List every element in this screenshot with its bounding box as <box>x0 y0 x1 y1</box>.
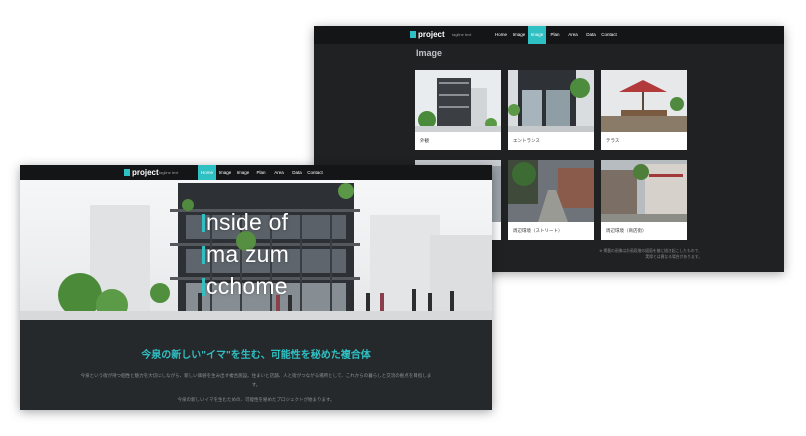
nav-item-image-active[interactable]: Image <box>528 26 546 44</box>
hero-title-line: ma zum <box>202 241 289 268</box>
nav-item-image-1[interactable]: Image <box>216 165 234 180</box>
nav-item-home-active[interactable]: Home <box>198 165 216 180</box>
shopping-street-image <box>601 160 687 222</box>
logo-mark-icon <box>410 31 416 39</box>
nav-item-plan[interactable]: Plan <box>546 26 564 44</box>
logo-text: project <box>132 168 159 177</box>
accent-bar <box>202 214 205 232</box>
nav-item-home[interactable]: Home <box>492 26 510 44</box>
site-logo[interactable]: project <box>124 168 159 177</box>
exterior-image <box>415 70 501 132</box>
hero-title-text: nside of <box>206 209 289 235</box>
street-image <box>508 160 594 222</box>
nav-item-plan[interactable]: Plan <box>252 165 270 180</box>
hero-section: nside of ma zum cchome <box>20 165 492 320</box>
card-caption: 周辺環境（ストリート） <box>513 228 563 233</box>
card-caption: テラス <box>606 138 620 143</box>
nav-menu: Home Image Image Plan Area Data Contact <box>198 165 324 180</box>
hero-title-text: ma zum <box>206 241 289 267</box>
accent-bar <box>202 246 205 264</box>
gallery-card-terrace[interactable]: テラス <box>601 70 687 150</box>
gallery-card-street[interactable]: 周辺環境（ストリート） <box>508 160 594 240</box>
nav-item-area[interactable]: Area <box>564 26 582 44</box>
entrance-image <box>508 70 594 132</box>
home-page-screenshot: project tagline text Home Image Image Pl… <box>20 165 492 410</box>
footer-note-line: 実際とは異なる場合があります。 <box>645 255 702 259</box>
nav-item-image-2[interactable]: Image <box>234 165 252 180</box>
intro-paragraph-2: 今泉の新しいイマを生むための、可能性を秘めたプロジェクトが始まります。 <box>177 397 335 402</box>
card-caption: 外観 <box>420 138 429 143</box>
intro-paragraph: 今泉という街が持つ個性と魅力を大切にしながら、新しい価値を生み出す複合施設。住ま… <box>80 373 432 387</box>
logo-text: project <box>418 30 445 39</box>
hero-title-line: nside of <box>202 209 288 236</box>
logo-mark-icon <box>124 169 130 177</box>
section-headline: 今泉の新しい"イマ"を生む、可能性を秘めた複合体 <box>141 350 371 361</box>
card-caption: エントランス <box>513 138 540 143</box>
top-nav: project tagline text Home Image Image Pl… <box>20 165 492 180</box>
nav-item-data[interactable]: Data <box>582 26 600 44</box>
nav-item-image-1[interactable]: Image <box>510 26 528 44</box>
nav-item-data[interactable]: Data <box>288 165 306 180</box>
nav-item-area[interactable]: Area <box>270 165 288 180</box>
accent-bar <box>202 278 205 296</box>
top-nav: project tagline text Home Image Image Pl… <box>314 26 784 44</box>
gallery-card-shopping-street[interactable]: 周辺環境（商店街） <box>601 160 687 240</box>
gallery-card-entrance[interactable]: エントランス <box>508 70 594 150</box>
nav-item-contact[interactable]: Contact <box>306 165 324 180</box>
card-caption: 周辺環境（商店街） <box>606 228 647 233</box>
nav-item-contact[interactable]: Contact <box>600 26 618 44</box>
site-tagline: tagline text <box>452 32 472 37</box>
gallery-card-exterior[interactable]: 外観 <box>415 70 501 150</box>
footer-note: ※ 掲載の画像は計画段階の図面を基に描き起こしたもので、 実際とは異なる場合があ… <box>562 248 702 260</box>
hero-title-text: cchome <box>206 273 288 299</box>
page-title: Image <box>416 48 443 58</box>
site-logo[interactable]: project <box>410 30 445 39</box>
terrace-image <box>601 70 687 132</box>
nav-menu: Home Image Image Plan Area Data Contact <box>492 26 618 44</box>
hero-title-line: cchome <box>202 273 288 300</box>
site-tagline: tagline text <box>159 170 179 175</box>
